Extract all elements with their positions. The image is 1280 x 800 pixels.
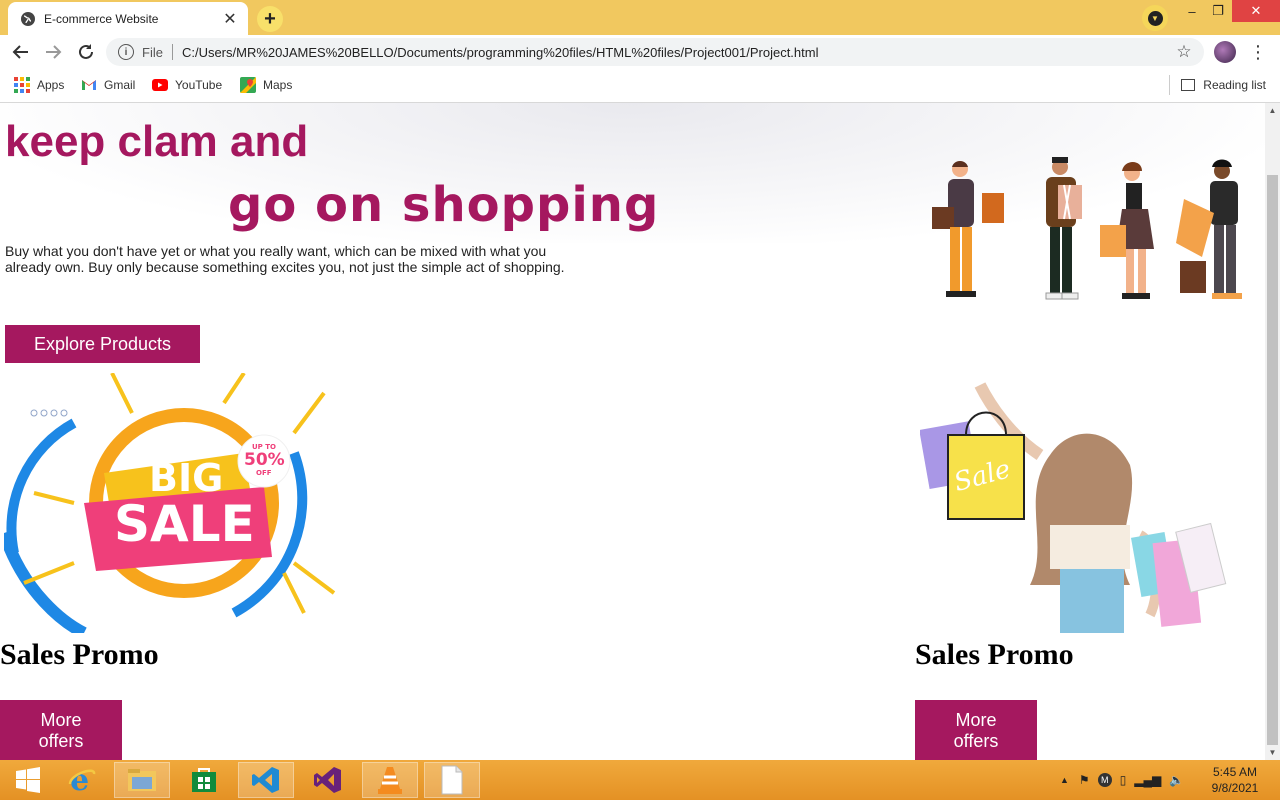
more-offers-button[interactable]: More offers <box>915 700 1037 760</box>
bookmark-maps[interactable]: Maps <box>240 70 292 100</box>
clock-date: 9/8/2021 <box>1211 781 1259 795</box>
bookmark-apps[interactable]: Apps <box>14 70 64 100</box>
tab-title: E-commerce Website <box>44 11 159 26</box>
new-tab-button[interactable]: + <box>257 6 283 32</box>
network-icon[interactable]: ▂▄▆ <box>1134 773 1161 787</box>
bookmark-star-icon[interactable]: ☆ <box>1174 42 1194 62</box>
action-center-flag-icon[interactable]: ⚑ <box>1079 773 1090 787</box>
store-icon[interactable] <box>176 762 232 798</box>
hero-description: Buy what you don't have yet or what you … <box>5 243 565 275</box>
reading-list-button[interactable]: Reading list <box>1169 70 1266 100</box>
promo-title: Sales Promo <box>0 638 159 671</box>
bookmark-gmail[interactable]: Gmail <box>81 70 135 100</box>
bookmark-label: YouTube <box>175 78 223 92</box>
youtube-icon <box>152 77 168 93</box>
bookmark-label: Maps <box>263 78 293 92</box>
malwarebytes-icon[interactable]: M <box>1097 773 1112 787</box>
vlc-icon[interactable] <box>362 762 418 798</box>
chevron-down-icon: ▼ <box>1147 10 1163 26</box>
close-tab-icon[interactable]: ✕ <box>220 9 240 29</box>
forward-arrow-icon <box>46 45 62 59</box>
system-tray: ▲ ⚑ M ▯ ▂▄▆ 🔈 <box>1060 760 1184 800</box>
reading-list-label: Reading list <box>1203 78 1266 92</box>
close-window-button[interactable]: ✕ <box>1232 0 1280 22</box>
file-explorer-icon[interactable] <box>114 762 170 798</box>
shopper-figure <box>1176 159 1242 299</box>
hero-headline: keep clam and <box>5 117 309 166</box>
clock-time: 5:45 AM <box>1212 765 1258 779</box>
reading-list-icon <box>1181 79 1196 91</box>
page-scrollbar[interactable]: ▲ ▼ <box>1265 103 1280 760</box>
windows-start-icon[interactable] <box>0 762 56 798</box>
banner-big-text: BIG <box>149 456 223 500</box>
globe-icon <box>20 11 36 27</box>
forward-button[interactable] <box>40 39 66 65</box>
promo-title: Sales Promo <box>915 638 1074 671</box>
url-text[interactable]: C:/Users/MR%20JAMES%20BELLO/Documents/pr… <box>182 45 1174 60</box>
windows-taskbar: e ▲ ⚑ M ▯ ▂▄▆ 🔈 5:45 AM 9/8/2021 <box>0 760 1280 800</box>
address-bar[interactable]: i File C:/Users/MR%20JAMES%20BELLO/Docum… <box>106 38 1204 66</box>
reload-icon <box>79 44 93 59</box>
power-icon[interactable]: ▯ <box>1120 773 1127 787</box>
apps-grid-icon <box>14 77 30 93</box>
back-button[interactable] <box>8 39 34 65</box>
big-sale-banner: BIG SALE UP TO 50% OFF <box>4 373 336 633</box>
profile-avatar[interactable] <box>1214 41 1236 63</box>
shopper-figure <box>932 161 1004 297</box>
show-hidden-icons-icon[interactable]: ▲ <box>1060 775 1069 785</box>
girl-with-bags-illustration: Sale <box>920 382 1227 633</box>
browser-toolbar: i File C:/Users/MR%20JAMES%20BELLO/Docum… <box>0 35 1280 70</box>
system-clock[interactable]: 5:45 AM 9/8/2021 <box>1205 764 1265 796</box>
scroll-up-icon[interactable]: ▲ <box>1265 103 1280 118</box>
gmail-icon <box>81 77 97 93</box>
bookmark-label: Gmail <box>104 78 136 92</box>
vscode-icon[interactable] <box>238 762 294 798</box>
more-offers-button[interactable]: More offers <box>0 700 122 760</box>
internet-explorer-icon[interactable]: e <box>54 762 110 798</box>
page-viewport: keep clam and go on shopping Buy what yo… <box>0 103 1265 760</box>
bookmark-youtube[interactable]: YouTube <box>152 70 222 100</box>
bookmark-label: Apps <box>37 78 65 92</box>
tab-strip: E-commerce Website ✕ + ▼ – ❐ ✕ <box>0 0 1280 35</box>
reload-button[interactable] <box>73 39 99 65</box>
tab-search-button[interactable]: ▼ <box>1142 5 1168 31</box>
badge-percent: 50% <box>244 450 285 470</box>
button-label: More offers <box>38 710 84 751</box>
shopper-figure <box>1100 162 1154 299</box>
visual-studio-icon[interactable] <box>300 762 356 798</box>
explore-products-button[interactable]: Explore Products <box>5 325 200 363</box>
scroll-down-icon[interactable]: ▼ <box>1265 745 1280 760</box>
bookmarks-bar: Apps Gmail YouTube Maps Reading list <box>0 70 1280 103</box>
maximize-button[interactable]: ❐ <box>1202 0 1234 22</box>
maps-icon <box>240 77 256 93</box>
more-menu-icon[interactable]: ⋮ <box>1248 42 1268 62</box>
shopper-figure <box>1045 157 1082 300</box>
shoppers-illustration <box>932 157 1242 300</box>
banner-sale-text: SALE <box>114 495 255 553</box>
scrollbar-thumb[interactable] <box>1267 175 1278 745</box>
badge-off: OFF <box>256 469 272 477</box>
scheme-label: File <box>142 44 163 60</box>
hero-subheadline: go on shopping <box>228 177 660 233</box>
back-arrow-icon <box>12 45 28 59</box>
notepad-icon[interactable] <box>424 762 480 798</box>
info-icon[interactable]: i <box>118 44 134 60</box>
volume-icon[interactable]: 🔈 <box>1169 773 1184 787</box>
divider <box>171 44 173 60</box>
tab-ecommerce[interactable]: E-commerce Website ✕ <box>8 2 248 35</box>
button-label: More offers <box>953 710 999 751</box>
